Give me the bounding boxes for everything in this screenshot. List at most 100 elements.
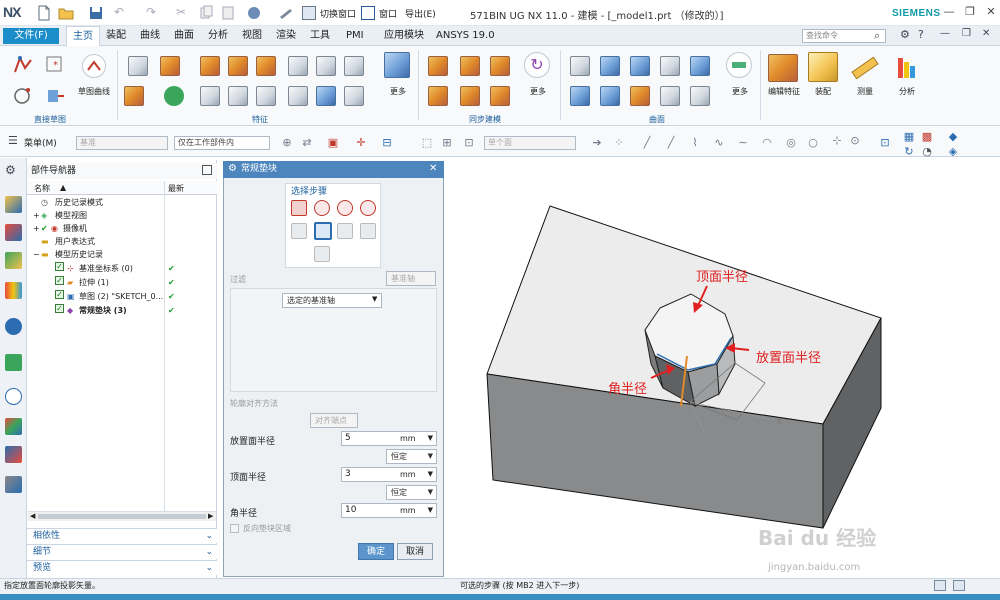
step-target-body-icon[interactable]: [291, 223, 307, 239]
dialog-settings-icon[interactable]: ⚙: [228, 163, 237, 174]
align-method-dropdown[interactable]: 对齐端点: [310, 413, 358, 428]
ribbon-restore-icon[interactable]: ❐: [962, 28, 971, 39]
tab-assembly[interactable]: 装配: [100, 26, 132, 46]
ribbon-close-icon[interactable]: ✕: [982, 28, 990, 39]
status-icon[interactable]: [934, 580, 946, 591]
intersect-icon[interactable]: ⊙: [848, 134, 862, 148]
fit-view-icon[interactable]: ⊡: [878, 136, 892, 150]
sync-more-label[interactable]: 更多: [524, 86, 552, 97]
copy-icon[interactable]: [198, 5, 214, 21]
window-menu-icon[interactable]: [361, 6, 375, 20]
column-name[interactable]: 名称: [34, 183, 50, 194]
model-viewport[interactable]: X 顶面半径 放置面半径 角半径: [445, 158, 1000, 578]
step-placement-profile-icon[interactable]: [314, 200, 330, 216]
select-all-icon[interactable]: ▣: [326, 136, 340, 150]
new-file-icon[interactable]: [36, 5, 52, 21]
analysis-label[interactable]: 分析: [892, 86, 922, 97]
selection-intent-icon[interactable]: ⇄: [300, 136, 314, 150]
graphics-window[interactable]: X 顶面半径 放置面半径 角半径: [445, 158, 1000, 578]
tree-row[interactable]: ✓ ▰ 拉伸 (1) ✔: [27, 276, 217, 289]
resize-blend-icon[interactable]: [460, 86, 480, 106]
face-rule-combo[interactable]: 单个面: [484, 136, 576, 150]
snap-icon[interactable]: ⊕: [280, 136, 294, 150]
offset-face-icon[interactable]: [344, 86, 364, 106]
redo-icon[interactable]: ↷: [146, 5, 162, 21]
polyline-icon[interactable]: ⌇: [688, 136, 702, 150]
revolve-icon[interactable]: [200, 56, 220, 76]
trim-body-icon[interactable]: [256, 86, 276, 106]
mirror-icon[interactable]: [316, 86, 336, 106]
assembly-navigator-icon[interactable]: [5, 196, 22, 213]
tree-row[interactable]: ◷ 历史记录模式: [27, 196, 217, 209]
step-top-sweep-icon[interactable]: [360, 223, 376, 239]
pattern-icon[interactable]: [316, 56, 336, 76]
bounded-plane-icon[interactable]: [600, 86, 620, 106]
corner-radius-input[interactable]: 10 mm ▼: [341, 503, 437, 518]
render-style-icon[interactable]: ▩: [920, 130, 934, 144]
step-top-profile-icon[interactable]: [360, 200, 376, 216]
replace-face-icon[interactable]: ↻: [524, 52, 550, 78]
step-placement-face-icon[interactable]: [291, 200, 307, 216]
restore-button[interactable]: ❐: [961, 5, 979, 21]
expand-icon[interactable]: +: [33, 222, 40, 235]
menu-button[interactable]: 菜单(M): [24, 136, 57, 149]
lasso-icon[interactable]: ⊞: [440, 136, 454, 150]
circle-icon[interactable]: ◎: [784, 136, 798, 150]
status-icon[interactable]: [953, 580, 965, 591]
trim-sheet-icon[interactable]: [630, 86, 650, 106]
save-icon[interactable]: [88, 5, 104, 21]
column-latest[interactable]: 最新: [168, 183, 184, 194]
thicken-icon[interactable]: [726, 52, 752, 78]
edge-blend-icon[interactable]: [200, 86, 220, 106]
process-studio-icon[interactable]: [5, 446, 22, 463]
step-main-orientation-icon[interactable]: [314, 246, 330, 262]
step-projection-vector-icon[interactable]: [314, 222, 332, 240]
dialog-close-icon[interactable]: ✕: [429, 163, 437, 174]
tab-analysis[interactable]: 分析: [202, 26, 234, 46]
settings-icon[interactable]: ⚙: [900, 28, 910, 41]
tree-row[interactable]: + ✔ ◉ 摄像机: [27, 222, 217, 235]
search-icon[interactable]: ⌕: [874, 29, 880, 43]
collapse-icon[interactable]: −: [33, 248, 40, 261]
split-body-icon[interactable]: [288, 86, 308, 106]
view-orient-icon[interactable]: ◆: [946, 130, 960, 144]
roles-icon[interactable]: [5, 476, 22, 493]
open-folder-icon[interactable]: [58, 5, 74, 21]
swept-icon[interactable]: [660, 56, 680, 76]
constraint-navigator-icon[interactable]: [5, 224, 22, 241]
visibility-checkbox[interactable]: ✓: [55, 262, 64, 271]
system-material-icon[interactable]: [5, 418, 22, 435]
resource-settings-icon[interactable]: ⚙: [5, 163, 22, 180]
through-curve-mesh-icon[interactable]: [570, 86, 590, 106]
type-filter-combo[interactable]: 基准: [76, 136, 168, 150]
spline-icon[interactable]: ∿: [712, 136, 726, 150]
sew-icon[interactable]: [660, 86, 680, 106]
part-navigator-icon[interactable]: [5, 252, 22, 269]
point-icon[interactable]: *: [44, 54, 66, 79]
sketch-curve-icon[interactable]: [82, 54, 106, 78]
horizontal-scrollbar[interactable]: ◀ ▶: [28, 511, 216, 521]
feature-more-label[interactable]: 更多: [384, 86, 412, 97]
circle-sketch-icon[interactable]: [12, 84, 34, 109]
undo-icon[interactable]: ↶: [114, 5, 130, 21]
face-rule-icon[interactable]: ⊡: [462, 136, 476, 150]
patch-icon[interactable]: [690, 86, 710, 106]
close-button[interactable]: ✕: [982, 5, 1000, 21]
hole-icon[interactable]: [228, 56, 248, 76]
pan-icon[interactable]: ◔: [920, 145, 934, 159]
cylinder-icon[interactable]: [164, 86, 184, 106]
tab-ansys[interactable]: ANSYS 19.0: [430, 26, 501, 46]
file-menu-button[interactable]: 文件(F): [3, 28, 59, 44]
tab-render[interactable]: 渲染: [270, 26, 302, 46]
block-icon[interactable]: [124, 86, 144, 106]
switch-window-button[interactable]: 切换窗口: [320, 7, 356, 20]
edit-feature-icon[interactable]: [768, 54, 798, 82]
arrow-icon[interactable]: ➔: [590, 136, 604, 150]
arc-icon[interactable]: ◠: [760, 136, 774, 150]
delete-face-icon[interactable]: [428, 86, 448, 106]
measure-icon[interactable]: [850, 54, 880, 82]
tab-home[interactable]: 主页: [66, 26, 100, 46]
visibility-checkbox[interactable]: ✓: [55, 304, 64, 313]
deselect-icon[interactable]: ⊟: [380, 136, 394, 150]
top-radius-input[interactable]: 3 mm ▼: [341, 467, 437, 482]
